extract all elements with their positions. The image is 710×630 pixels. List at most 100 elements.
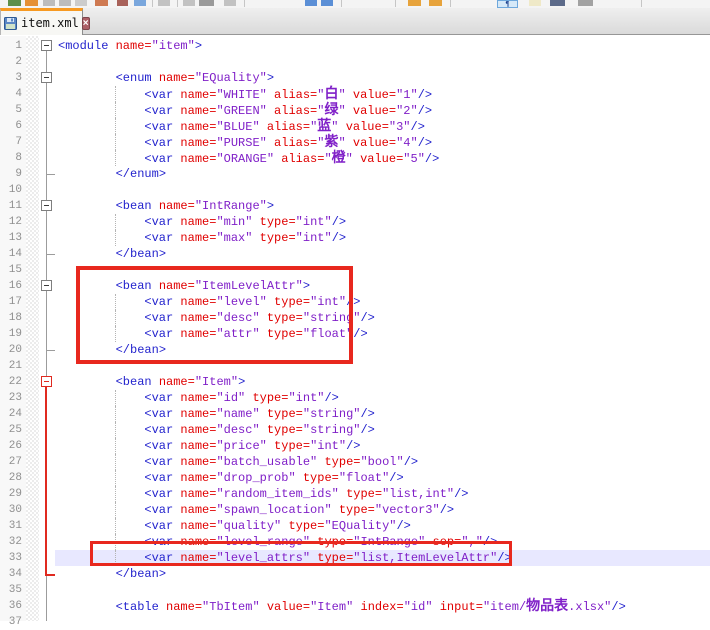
code-line[interactable]: 2 (0, 54, 710, 70)
paste-icon[interactable] (134, 0, 146, 6)
code-line[interactable]: 31 <var name="quality" type="EQuality"/> (0, 518, 710, 534)
toolbar-separator (341, 0, 342, 7)
code-text: <var name="drop_prob" type="float"/> (58, 470, 404, 486)
code-text: <table name="TbItem" value="Item" index=… (58, 598, 626, 615)
code-line[interactable]: 22<bean name="Item"> (0, 374, 710, 390)
code-line[interactable]: 6<var name="BLUE" alias="蓝" value="3"/> (0, 118, 710, 134)
code-line[interactable]: 9</enum> (0, 166, 710, 182)
notepadpp-window: ¶ item.xml × 1<module name="item">23<enu… (0, 0, 710, 621)
code-line[interactable]: 12 <var name="min" type="int"/> (0, 214, 710, 230)
save-icon[interactable] (43, 0, 55, 6)
line-number: 5 (0, 102, 22, 118)
line-number: 17 (0, 294, 22, 310)
find-icon[interactable] (305, 0, 317, 6)
code-line[interactable]: 4<var name="WHITE" alias="白" value="1"/> (0, 86, 710, 102)
line-number: 11 (0, 198, 22, 214)
macro-icon[interactable] (578, 0, 593, 6)
print-icon[interactable] (117, 0, 128, 6)
code-line[interactable]: 10 (0, 182, 710, 198)
line-number: 8 (0, 150, 22, 166)
line-number: 3 (0, 70, 22, 86)
fold-end-mark (46, 254, 55, 255)
code-line[interactable]: 26<var name="price" type="int"/> (0, 438, 710, 454)
save-all-icon[interactable] (59, 0, 71, 6)
line-number: 32 (0, 534, 22, 550)
code-line[interactable]: 14</bean> (0, 246, 710, 262)
line-number: 36 (0, 598, 22, 614)
code-text: <var name="desc" type="string"/> (58, 422, 375, 438)
line-number: 33 (0, 550, 22, 566)
code-text: <module name="item"> (58, 38, 202, 54)
code-text: <bean name="IntRange"> (58, 198, 274, 214)
line-number: 20 (0, 342, 22, 358)
fold-toggle[interactable] (41, 200, 52, 211)
code-line[interactable]: 13<var name="max" type="int"/> (0, 230, 710, 246)
line-number: 29 (0, 486, 22, 502)
code-line[interactable]: 3<enum name="EQuality"> (0, 70, 710, 86)
code-text: <var name="WHITE" alias="白" value="1"/> (58, 86, 432, 103)
code-line[interactable]: 5<var name="GREEN" alias="绿" value="2"/> (0, 102, 710, 118)
line-number: 34 (0, 566, 22, 582)
replace-icon[interactable] (321, 0, 333, 6)
word-wrap-icon[interactable] (529, 0, 541, 6)
line-number: 12 (0, 214, 22, 230)
fold-toggle[interactable] (41, 280, 52, 291)
code-line[interactable]: 25 <var name="desc" type="string"/> (0, 422, 710, 438)
code-line[interactable]: 29 <var name="random_item_ids" type="list… (0, 486, 710, 502)
toolbar-separator (641, 0, 642, 7)
fold-toggle[interactable] (41, 376, 52, 387)
code-text: <var name="min" type="int"/> (58, 214, 346, 230)
open-file-icon[interactable] (25, 0, 38, 6)
zoom-out-icon[interactable] (429, 0, 442, 6)
code-editor[interactable]: 1<module name="item">23<enum name="EQual… (0, 36, 710, 621)
line-number: 16 (0, 278, 22, 294)
code-line[interactable]: 35 (0, 582, 710, 598)
code-line[interactable]: 30<var name="spawn_location" type="vecto… (0, 502, 710, 518)
code-text: <var name="random_item_ids" type="list,i… (58, 486, 469, 502)
copy-icon[interactable] (183, 0, 195, 6)
tab-close-icon[interactable]: × (82, 17, 90, 30)
fold-end-mark (46, 574, 55, 576)
code-line[interactable]: 8<var name="ORANGE" alias="橙" value="5"/… (0, 150, 710, 166)
code-line[interactable]: 7 <var name="PURSE" alias="紫" value="4"/> (0, 134, 710, 150)
code-line[interactable]: 37 (0, 614, 710, 630)
tab-item-xml[interactable]: item.xml × (0, 8, 83, 35)
toolbar-separator (177, 0, 178, 7)
line-number: 7 (0, 134, 22, 150)
code-line[interactable]: 1<module name="item"> (0, 38, 710, 54)
redo-icon[interactable] (224, 0, 236, 6)
line-number: 23 (0, 390, 22, 406)
new-file-icon[interactable] (8, 0, 21, 6)
fold-toggle[interactable] (41, 40, 52, 51)
fold-end-mark (46, 174, 55, 175)
show-all-chars-toggle[interactable]: ¶ (497, 0, 518, 8)
code-text: <var name="quality" type="EQuality"/> (58, 518, 411, 534)
toolbar-separator (395, 0, 396, 7)
code-line[interactable]: 34</bean> (0, 566, 710, 582)
code-line[interactable]: 36 <table name="TbItem" value="Item" inde… (0, 598, 710, 614)
code-line[interactable]: 24 <var name="name" type="string"/> (0, 406, 710, 422)
code-text: </enum> (58, 166, 166, 182)
indent-guide-icon[interactable] (550, 0, 565, 6)
code-line[interactable]: 23<var name="id" type="int"/> (0, 390, 710, 406)
line-number: 31 (0, 518, 22, 534)
line-number: 25 (0, 422, 22, 438)
fold-end-mark (46, 350, 55, 351)
fold-toggle[interactable] (41, 72, 52, 83)
tab-bar: item.xml × (0, 8, 710, 35)
close-all-icon[interactable] (95, 0, 108, 6)
saved-file-icon (4, 17, 17, 30)
line-number: 24 (0, 406, 22, 422)
code-text: <var name="name" type="string"/> (58, 406, 375, 422)
code-line[interactable]: 11 <bean name="IntRange"> (0, 198, 710, 214)
code-text: <bean name="Item"> (58, 374, 245, 390)
close-icon[interactable] (75, 0, 87, 6)
undo-icon[interactable] (199, 0, 214, 6)
code-line[interactable]: 28<var name="drop_prob" type="float"/> (0, 470, 710, 486)
highlight-rect-level-attrs-line (90, 541, 512, 566)
code-text: <var name="PURSE" alias="紫" value="4"/> (58, 134, 432, 151)
cut-icon[interactable] (158, 0, 170, 6)
zoom-in-icon[interactable] (408, 0, 421, 6)
line-number: 26 (0, 438, 22, 454)
code-line[interactable]: 27<var name="batch_usable" type="bool"/> (0, 454, 710, 470)
